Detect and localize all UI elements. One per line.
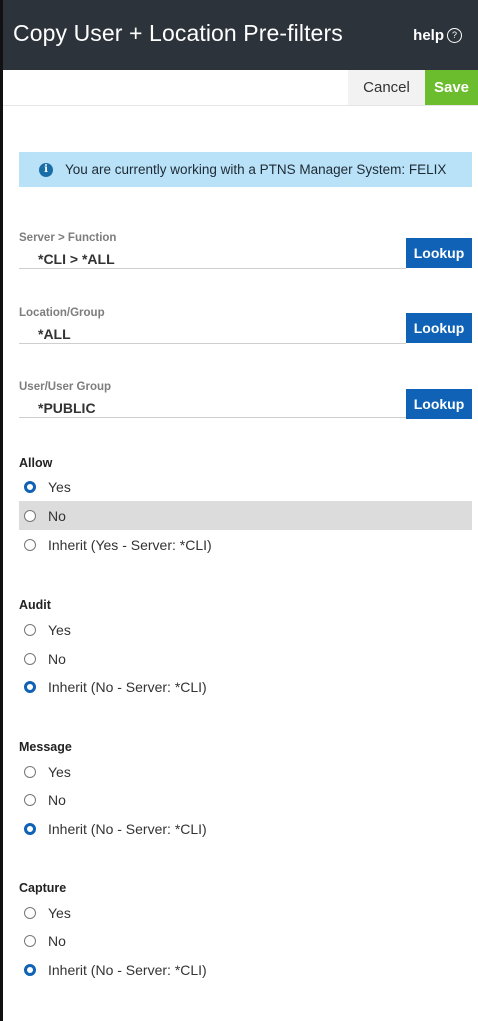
option-label: Inherit (No - Server: *CLI) [48,820,207,837]
radio-checked-icon [24,680,36,693]
field-label: Location/Group [19,307,105,319]
field-label: User/User Group [19,381,112,393]
field-label: Server > Function [19,232,117,244]
radio-unchecked-icon [24,538,36,551]
user-group-field: User/User Group *PUBLIC Lookup [19,381,472,419]
audit-option-inherit[interactable]: Inherit (No - Server: *CLI) [19,672,472,701]
dialog-title: Copy User + Location Pre-filters [13,20,343,46]
radio-checked-icon [24,963,36,976]
option-label: No [48,932,66,949]
cancel-button[interactable]: Cancel [348,70,425,105]
option-label: Inherit (No - Server: *CLI) [48,961,207,978]
window-left-border [0,0,3,1021]
option-label: Yes [48,763,71,780]
server-function-input[interactable]: *CLI > *ALL [19,249,406,269]
location-group-field: Location/Group *ALL Lookup [19,307,472,344]
audit-group-label: Audit [19,598,51,612]
option-label: No [48,650,66,667]
allow-group-label: Allow [19,456,53,470]
radio-unchecked-icon [24,509,36,522]
user-group-input[interactable]: *PUBLIC [19,398,406,418]
radio-unchecked-icon [24,793,36,806]
radio-unchecked-icon [24,934,36,947]
capture-group-label: Capture [19,881,67,895]
allow-option-inherit[interactable]: Inherit (Yes - Server: *CLI) [19,530,472,559]
radio-checked-icon [24,822,36,835]
audit-option-yes[interactable]: Yes [19,615,472,644]
allow-option-no[interactable]: No [19,501,472,530]
location-group-input[interactable]: *ALL [19,324,406,344]
dialog-header: Copy User + Location Pre-filters help ? [3,0,478,70]
message-option-yes[interactable]: Yes [19,757,472,786]
option-label: Yes [48,621,71,638]
allow-option-yes[interactable]: Yes [19,472,472,501]
radio-unchecked-icon [24,906,36,919]
radio-checked-icon [24,480,36,493]
message-option-inherit[interactable]: Inherit (No - Server: *CLI) [19,814,472,843]
info-message: You are currently working with a PTNS Ma… [65,162,447,177]
audit-option-no[interactable]: No [19,644,472,673]
capture-option-yes[interactable]: Yes [19,898,472,927]
message-option-no[interactable]: No [19,785,472,814]
message-group-label: Message [19,740,72,754]
server-function-field: Server > Function *CLI > *ALL Lookup [19,232,472,269]
radio-unchecked-icon [24,765,36,778]
capture-option-inherit[interactable]: Inherit (No - Server: *CLI) [19,955,472,984]
option-label: Inherit (Yes - Server: *CLI) [48,536,212,553]
action-toolbar: Cancel Save [3,70,478,106]
server-function-lookup-button[interactable]: Lookup [406,238,472,268]
user-group-lookup-button[interactable]: Lookup [406,389,472,419]
option-label: No [48,791,66,808]
radio-unchecked-icon [24,623,36,636]
info-icon: i [39,162,53,177]
option-label: Inherit (No - Server: *CLI) [48,678,207,695]
location-group-lookup-button[interactable]: Lookup [406,313,472,343]
help-circle-icon: ? [447,28,462,43]
capture-option-no[interactable]: No [19,926,472,955]
radio-unchecked-icon [24,652,36,665]
save-button[interactable]: Save [425,70,478,105]
option-label: Yes [48,478,71,495]
help-label: help [413,27,444,44]
help-link[interactable]: help ? [413,27,462,44]
option-label: No [48,507,66,524]
info-banner: i You are currently working with a PTNS … [19,152,472,187]
option-label: Yes [48,904,71,921]
